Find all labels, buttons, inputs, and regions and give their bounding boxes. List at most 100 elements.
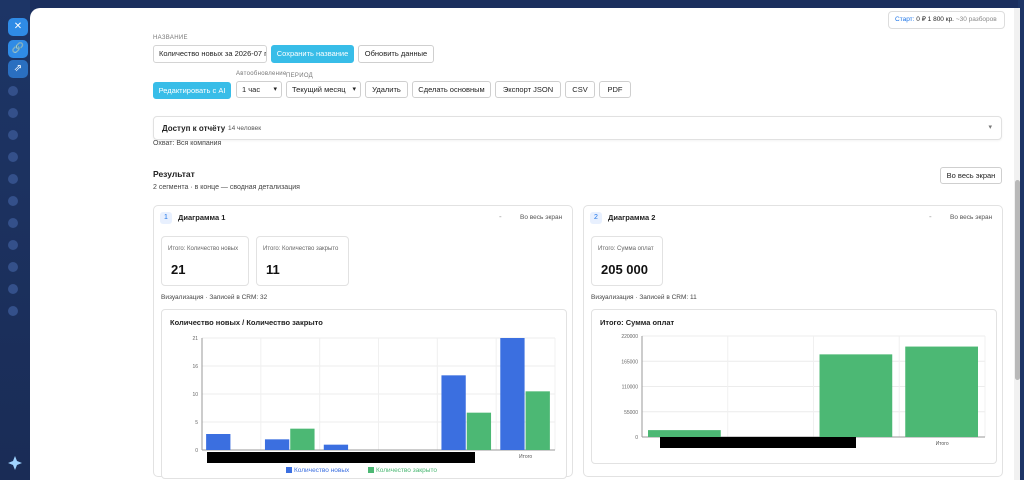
metric-card: Итого: Количество новых 21: [161, 236, 249, 286]
metric-value: 21: [171, 262, 186, 277]
bar: [290, 428, 315, 450]
legend-label: Количество новых: [294, 467, 350, 474]
access-scope: Охват: Вся компания: [153, 140, 222, 147]
balance-value: 0 ₽: [916, 16, 926, 23]
y-tick-label: 21: [192, 336, 198, 342]
edit-with-ai-button[interactable]: Редактировать с AI: [153, 82, 231, 99]
report-name-input[interactable]: Количество новых за 2026-07 п: [153, 45, 267, 63]
y-tick-label: 220000: [621, 334, 638, 340]
logo-icon: [8, 456, 22, 470]
modal-left-panel: [30, 8, 140, 480]
scrollbar[interactable]: [1014, 8, 1020, 480]
bar: [264, 439, 290, 450]
legend-swatch: [286, 467, 292, 473]
refresh-data-button[interactable]: Обновить данные: [358, 45, 434, 63]
y-tick-label: 10: [192, 392, 198, 398]
bar: [441, 375, 466, 450]
result-title: Результат: [153, 169, 195, 179]
nav-icon[interactable]: [8, 196, 18, 206]
x-tick-label: Итого: [519, 454, 532, 460]
diagram-number: 2: [590, 212, 602, 224]
nav-icon[interactable]: [8, 86, 18, 96]
diagram-1-card: 1 Диаграмма 1 - Во весь экран Итого: Кол…: [153, 205, 573, 479]
balance-badge: Старт: 0 ₽ 1 800 кр. ~30 разборов: [888, 11, 1005, 29]
metric-value: 11: [266, 262, 280, 277]
redacted-region: [660, 437, 856, 448]
delete-button[interactable]: Удалить: [365, 81, 408, 98]
nav-icon[interactable]: [8, 152, 18, 162]
bar: [500, 338, 525, 450]
name-label: НАЗВАНИЕ: [153, 35, 188, 41]
chevron-down-icon: ▾: [273, 86, 277, 93]
bar: [466, 412, 492, 450]
chart-title: Итого: Сумма оплат: [600, 318, 675, 327]
chart-title: Количество новых / Количество закрыто: [170, 318, 323, 327]
nav-icon[interactable]: [8, 306, 18, 316]
close-icon[interactable]: ✕: [8, 18, 28, 36]
bar: [819, 354, 893, 437]
report-access-panel[interactable]: Доступ к отчёту 14 человек ▾: [153, 116, 1002, 140]
y-tick-label: 0: [195, 448, 198, 454]
redacted-region: [207, 452, 475, 463]
legend-label: Количество закрыто: [376, 467, 437, 474]
y-tick-label: 55000: [624, 410, 638, 416]
nav-icon[interactable]: [8, 262, 18, 272]
records-count: Записей в CRM: 11: [639, 294, 697, 301]
chevron-down-icon: ▾: [352, 86, 356, 93]
diagram-title: Диаграмма 1: [178, 213, 226, 222]
plan-label: Старт:: [895, 16, 915, 23]
x-tick-label: Итого: [936, 441, 949, 447]
period-select[interactable]: Текущий месяц ▾: [286, 81, 361, 98]
result-subtitle: 2 сегмента · в конце — сводная детализац…: [153, 184, 300, 191]
nav-icon[interactable]: [8, 240, 18, 250]
diagram-fullscreen-button[interactable]: Во весь экран: [520, 214, 562, 221]
access-title: Доступ к отчёту: [162, 124, 226, 133]
nav-icon[interactable]: [8, 218, 18, 228]
metric-value: 205 000: [601, 262, 648, 277]
bar: [648, 430, 721, 437]
metric-card: Итого: Количество закрыто 11: [256, 236, 349, 286]
save-name-button[interactable]: Сохранить название: [271, 45, 354, 63]
records-count: Записей в CRM: 32: [209, 294, 268, 301]
autoupdate-value: 1 час: [242, 85, 261, 94]
collapse-icon[interactable]: -: [929, 212, 932, 221]
legend-swatch: [368, 467, 374, 473]
make-main-button[interactable]: Сделать основным: [412, 81, 491, 98]
csv-button[interactable]: CSV: [565, 81, 595, 98]
collapse-icon[interactable]: -: [499, 212, 502, 221]
metric-label: Итого: Количество новых: [168, 246, 239, 252]
autoupdate-select[interactable]: 1 час ▾: [236, 81, 282, 98]
visualization-label: Визуализация · Записей в CRM: 32: [161, 294, 268, 301]
metric-label: Итого: Количество закрыто: [263, 246, 339, 252]
access-count: 14 человек: [228, 125, 262, 132]
nav-icon[interactable]: [8, 174, 18, 184]
autoupdate-label: Автообновление: [236, 71, 287, 77]
diagram-title: Диаграмма 2: [608, 213, 656, 222]
pdf-button[interactable]: PDF: [599, 81, 631, 98]
y-tick-label: 165000: [621, 359, 638, 365]
result-fullscreen-button[interactable]: Во весь экран: [940, 167, 1002, 184]
scroll-thumb[interactable]: [1015, 180, 1020, 380]
visualization-label: Визуализация · Записей в CRM: 11: [591, 294, 697, 301]
viz-title: Визуализация: [591, 294, 634, 301]
y-tick-label: 0: [635, 435, 638, 441]
external-icon[interactable]: ⇗: [8, 60, 28, 78]
nav-icon[interactable]: [8, 108, 18, 118]
period-value: Текущий месяц: [292, 85, 346, 94]
chevron-down-icon: ▾: [988, 124, 992, 131]
bar: [525, 391, 550, 450]
remaining-value: ~30 разборов: [955, 16, 997, 23]
diagram-fullscreen-button[interactable]: Во весь экран: [950, 214, 992, 221]
credits-value: 1 800 кр.: [927, 16, 954, 23]
nav-icon[interactable]: [8, 284, 18, 294]
link-icon[interactable]: 🔗: [8, 40, 28, 58]
bar: [905, 346, 978, 437]
y-tick-label: 5: [195, 420, 198, 426]
viz-title: Визуализация: [161, 294, 204, 301]
nav-icon[interactable]: [8, 130, 18, 140]
export-json-button[interactable]: Экспорт JSON: [495, 81, 561, 98]
bar: [323, 444, 349, 450]
period-label: ПЕРИОД: [286, 73, 314, 79]
y-tick-label: 16: [192, 364, 198, 370]
metric-label: Итого: Сумма оплат: [598, 246, 654, 252]
